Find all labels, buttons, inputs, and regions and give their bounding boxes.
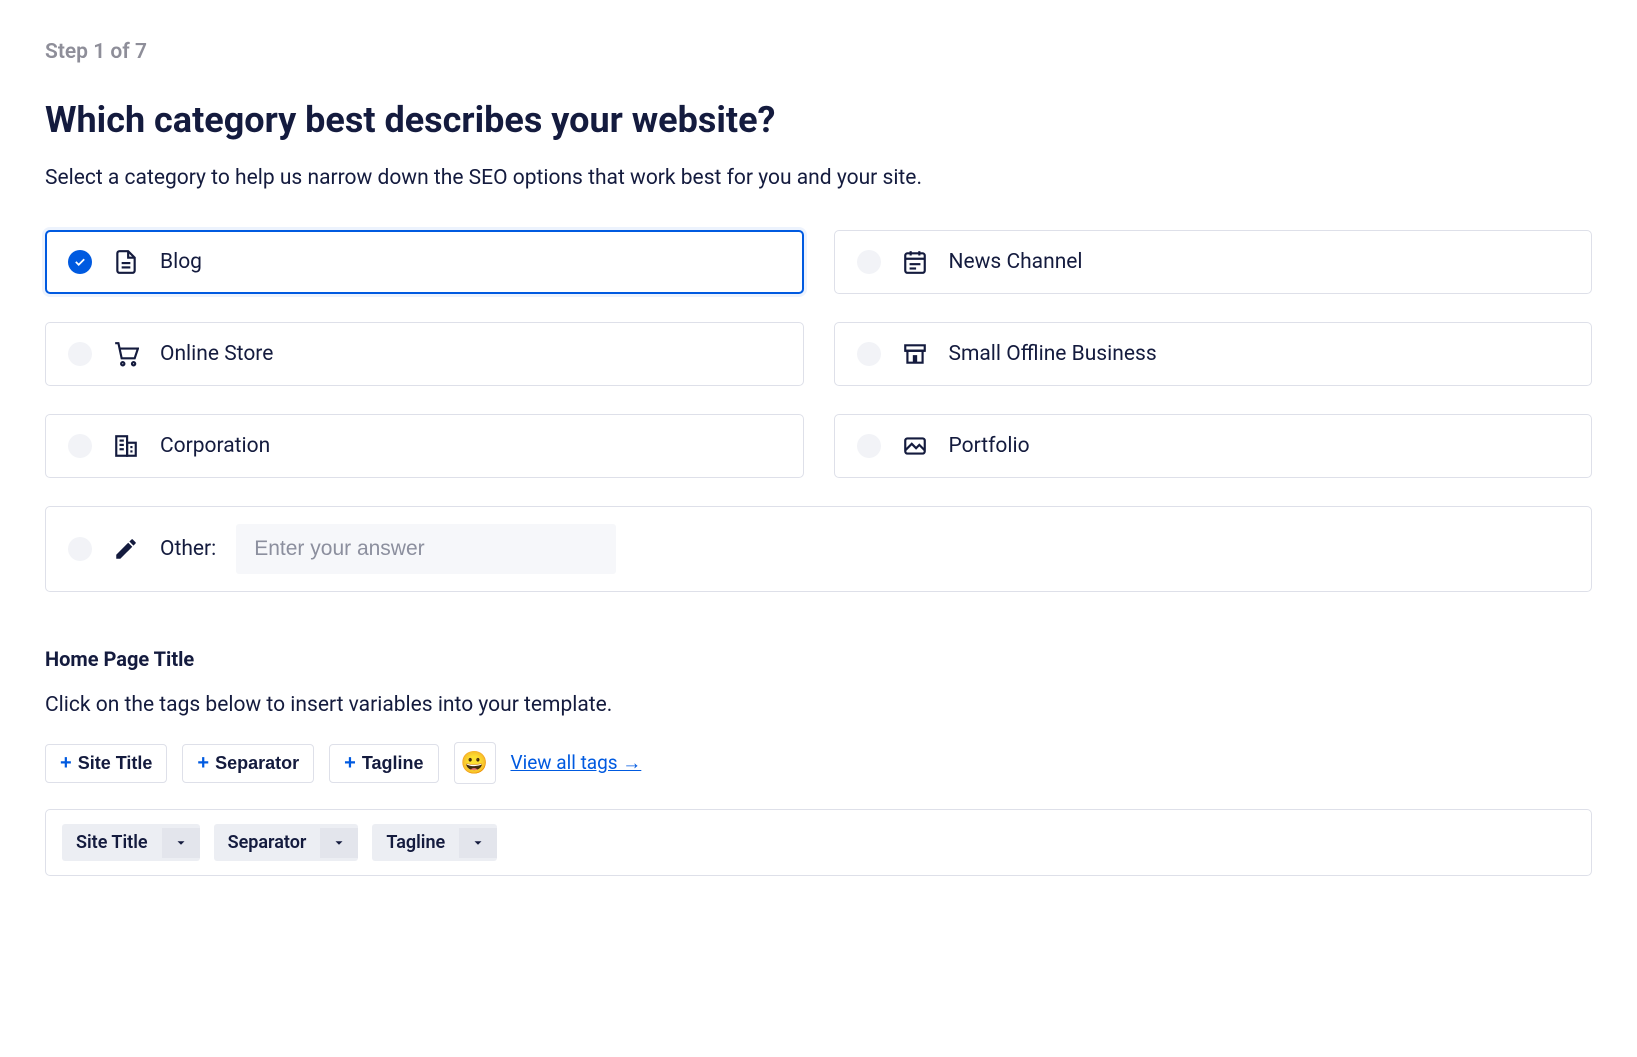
smiley-icon: 😀 <box>461 750 488 776</box>
radio-unselected <box>68 434 92 458</box>
radio-unselected <box>857 434 881 458</box>
template-tag-tagline[interactable]: Tagline <box>372 824 497 861</box>
category-label: Blog <box>160 250 202 274</box>
template-tag-dropdown[interactable] <box>459 828 497 858</box>
section-desc-home-page: Click on the tags below to insert variab… <box>45 693 1592 717</box>
calendar-icon <box>901 248 929 276</box>
other-label: Other: <box>160 537 216 561</box>
category-option-small-offline-business[interactable]: Small Offline Business <box>834 322 1593 386</box>
pencil-icon <box>112 535 140 563</box>
template-tag-dropdown[interactable] <box>162 828 200 858</box>
other-input[interactable] <box>236 524 616 574</box>
plus-icon: + <box>60 753 72 773</box>
category-option-online-store[interactable]: Online Store <box>45 322 804 386</box>
chevron-down-icon <box>174 836 188 850</box>
category-option-news-channel[interactable]: News Channel <box>834 230 1593 294</box>
building-icon <box>112 432 140 460</box>
template-tag-label: Separator <box>214 824 321 861</box>
tag-button-label: Site Title <box>78 753 153 774</box>
plus-icon: + <box>197 753 209 773</box>
category-label: Online Store <box>160 342 273 366</box>
template-tag-dropdown[interactable] <box>320 828 358 858</box>
store-icon <box>901 340 929 368</box>
add-tagline-tag-button[interactable]: + Tagline <box>329 744 438 783</box>
category-label: Small Offline Business <box>949 342 1157 366</box>
category-option-corporation[interactable]: Corporation <box>45 414 804 478</box>
template-tag-site-title[interactable]: Site Title <box>62 824 200 861</box>
template-tag-label: Site Title <box>62 824 162 861</box>
template-tag-label: Tagline <box>372 824 459 861</box>
plus-icon: + <box>344 753 356 773</box>
category-option-blog[interactable]: Blog <box>45 230 804 294</box>
radio-unselected <box>68 342 92 366</box>
tag-button-label: Tagline <box>362 753 424 774</box>
image-icon <box>901 432 929 460</box>
add-separator-tag-button[interactable]: + Separator <box>182 744 314 783</box>
radio-unselected <box>857 342 881 366</box>
view-all-tags-link[interactable]: View all tags → <box>511 751 642 775</box>
tag-button-label: Separator <box>215 753 299 774</box>
category-label: Corporation <box>160 434 270 458</box>
page-subheading: Select a category to help us narrow down… <box>45 166 1592 190</box>
category-option-other[interactable]: Other: <box>45 506 1592 592</box>
section-title-home-page: Home Page Title <box>45 647 1592 671</box>
step-indicator: Step 1 of 7 <box>45 40 1592 64</box>
template-tag-separator[interactable]: Separator <box>214 824 359 861</box>
emoji-picker-button[interactable]: 😀 <box>454 742 496 784</box>
title-template-input[interactable]: Site Title Separator Tagline <box>45 809 1592 876</box>
category-label: News Channel <box>949 250 1083 274</box>
chevron-down-icon <box>332 836 346 850</box>
category-grid: Blog News Channel Online Store Small Off… <box>45 230 1592 478</box>
radio-selected <box>68 250 92 274</box>
cart-icon <box>112 340 140 368</box>
tag-insert-row: + Site Title + Separator + Tagline 😀 Vie… <box>45 742 1592 784</box>
check-icon <box>73 255 87 269</box>
radio-unselected <box>68 537 92 561</box>
category-option-portfolio[interactable]: Portfolio <box>834 414 1593 478</box>
add-site-title-tag-button[interactable]: + Site Title <box>45 744 167 783</box>
file-icon <box>112 248 140 276</box>
radio-unselected <box>857 250 881 274</box>
category-label: Portfolio <box>949 434 1030 458</box>
chevron-down-icon <box>471 836 485 850</box>
page-heading: Which category best describes your websi… <box>45 99 1592 141</box>
